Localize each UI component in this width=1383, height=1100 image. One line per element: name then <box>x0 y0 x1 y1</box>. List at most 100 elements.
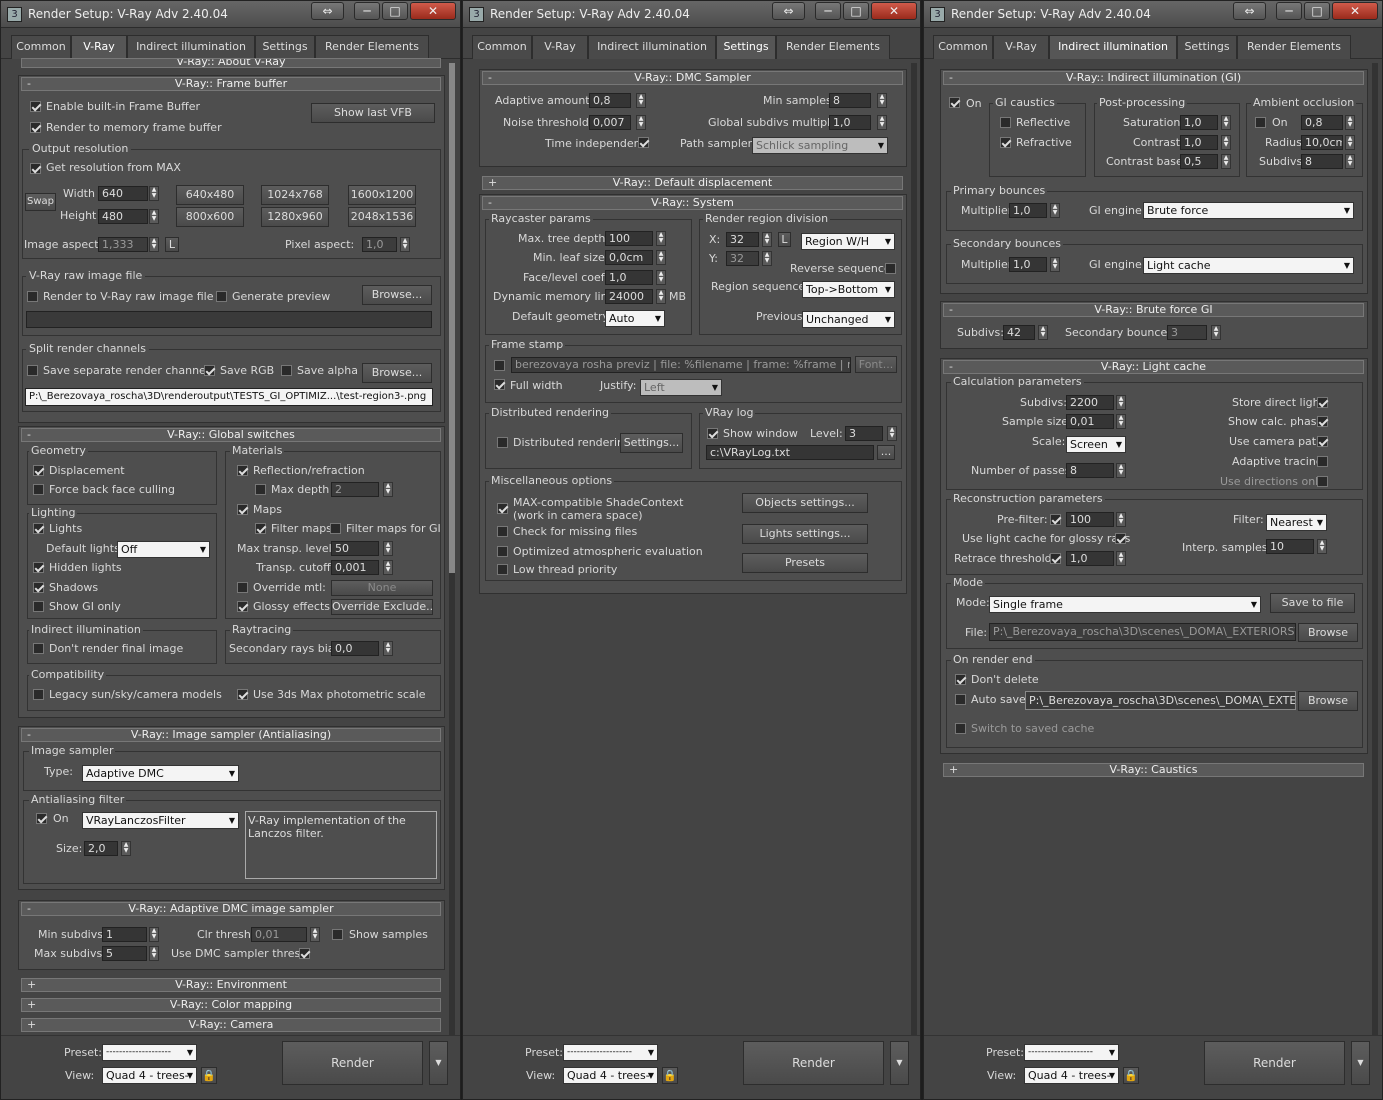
default-geometry-dropdown[interactable]: Auto <box>605 310 665 327</box>
gen-preview-checkbox[interactable] <box>216 291 227 302</box>
log-path-field[interactable]: c:\VRayLog.txt <box>706 445 874 460</box>
min-samples-spinner[interactable]: ▲ ▼ <box>877 93 887 108</box>
rollout-frame-buffer-header[interactable]: - V-Ray:: Frame buffer <box>21 77 441 91</box>
transp-cutoff-field[interactable]: 0,001 <box>331 560 379 575</box>
font-button[interactable]: Font... <box>855 356 897 373</box>
tab-vray[interactable]: V-Ray <box>532 35 588 59</box>
primary-multiplier-spinner[interactable]: ▲ ▼ <box>1050 203 1060 218</box>
glossy-checkbox[interactable] <box>237 601 248 612</box>
split-browse-button[interactable]: Browse... <box>362 363 432 383</box>
aa-size-field[interactable]: 2,0 <box>84 841 118 856</box>
rollout-image-sampler-header[interactable]: - V-Ray:: Image sampler (Antialiasing) <box>21 728 441 742</box>
region-sequence-dropdown[interactable]: Top->Bottom <box>802 281 895 298</box>
rollout-default-displacement-header[interactable]: + V-Ray:: Default displacement <box>482 176 903 190</box>
image-aspect-lock-button[interactable]: L <box>165 237 179 252</box>
x-field[interactable]: 32 <box>726 232 759 247</box>
previous-dropdown[interactable]: Unchanged <box>802 311 895 328</box>
render-dropdown-button[interactable]: ▼ <box>890 1041 909 1085</box>
close-button[interactable]: ✕ <box>1332 2 1378 20</box>
height-field[interactable]: 480 <box>98 209 148 224</box>
res-2048x1536-button[interactable]: 2048x1536 <box>348 207 416 227</box>
saturation-field[interactable]: 1,0 <box>1180 115 1218 130</box>
path-sampler-dropdown[interactable]: Schlick sampling <box>752 137 888 154</box>
refl-refr-checkbox[interactable] <box>237 465 248 476</box>
face-level-field[interactable]: 1,0 <box>605 270 653 285</box>
rollout-dmc-sampler-header[interactable]: - V-Ray:: DMC Sampler <box>482 71 903 85</box>
tab-indirect-illumination[interactable]: Indirect illumination <box>588 35 716 59</box>
max-transp-field[interactable]: 50 <box>331 541 379 556</box>
width-field[interactable]: 640 <box>98 186 148 201</box>
maximize-button[interactable]: □ <box>843 2 869 20</box>
prefilter-spinner[interactable]: ▲ ▼ <box>1116 512 1126 527</box>
distributed-checkbox[interactable] <box>497 437 508 448</box>
restore-size-button[interactable]: ⇔ <box>311 2 344 20</box>
retrace-spinner[interactable]: ▲ ▼ <box>1116 551 1126 566</box>
contrast-base-field[interactable]: 0,5 <box>1180 154 1218 169</box>
opt-atm-checkbox[interactable] <box>497 546 508 557</box>
image-aspect-spinner[interactable]: ▲ ▼ <box>149 237 159 252</box>
adaptive-amount-field[interactable]: 0,8 <box>589 93 631 108</box>
interp-spinner[interactable]: ▲ ▼ <box>1317 539 1327 554</box>
presets-button[interactable]: Presets <box>742 553 868 573</box>
min-samples-field[interactable]: 8 <box>829 93 871 108</box>
render-mem-checkbox[interactable] <box>30 122 41 133</box>
save-alpha-checkbox[interactable] <box>281 365 292 376</box>
use-lc-glossy-checkbox[interactable] <box>1115 533 1126 544</box>
raw-browse-button[interactable]: Browse... <box>362 285 432 305</box>
tab-render-elements[interactable]: Render Elements <box>315 35 429 59</box>
override-mtl-none-button[interactable]: None <box>331 580 433 596</box>
time-independent-checkbox[interactable] <box>638 137 649 148</box>
reverse-sequence-checkbox[interactable] <box>885 263 896 274</box>
clr-thresh-spinner[interactable]: ▲ ▼ <box>310 927 320 942</box>
show-window-checkbox[interactable] <box>707 428 718 439</box>
auto-save-browse-button[interactable]: Browse <box>1298 691 1358 711</box>
retrace-checkbox[interactable] <box>1050 553 1061 564</box>
min-leaf-field[interactable]: 0,0cm <box>605 250 653 265</box>
show-calc-checkbox[interactable] <box>1317 416 1328 427</box>
tab-common[interactable]: Common <box>472 35 532 59</box>
tab-render-elements[interactable]: Render Elements <box>1237 35 1351 59</box>
min-subdivs-spinner[interactable]: ▲ ▼ <box>149 927 159 942</box>
max-compat-checkbox[interactable] <box>497 503 508 514</box>
gi-on-checkbox[interactable] <box>949 97 960 108</box>
tab-vray[interactable]: V-Ray <box>993 35 1049 59</box>
max-depth-field[interactable]: 2 <box>331 482 379 497</box>
radius-field[interactable]: 10,0cm <box>1301 135 1343 150</box>
save-rgb-checkbox[interactable] <box>204 365 215 376</box>
passes-spinner[interactable]: ▲ ▼ <box>1116 463 1126 478</box>
use-3ds-checkbox[interactable] <box>237 689 248 700</box>
override-mtl-checkbox[interactable] <box>237 582 248 593</box>
lc-subdivs-spinner[interactable]: ▲ ▼ <box>1116 395 1126 410</box>
mode-dropdown[interactable]: Single frame <box>989 596 1261 613</box>
lights-settings-button[interactable]: Lights settings... <box>742 524 868 544</box>
use-cam-checkbox[interactable] <box>1317 436 1328 447</box>
max-depth-spinner[interactable]: ▲ ▼ <box>383 482 393 497</box>
restore-size-button[interactable]: ⇔ <box>772 2 805 20</box>
objects-settings-button[interactable]: Objects settings... <box>742 493 868 513</box>
log-path-browse-button[interactable]: ... <box>877 445 895 460</box>
render-button[interactable]: Render <box>1204 1041 1345 1085</box>
sample-size-field[interactable]: 0,01 <box>1066 414 1114 429</box>
res-1600x1200-button[interactable]: 1600x1200 <box>348 185 416 205</box>
sample-size-spinner[interactable]: ▲ ▼ <box>1116 414 1126 429</box>
rollout-brute-force-header[interactable]: - V-Ray:: Brute force GI <box>943 303 1364 317</box>
bf-subdivs-spinner[interactable]: ▲ ▼ <box>1038 325 1048 340</box>
y-spinner[interactable]: ▲ ▼ <box>762 251 772 266</box>
rollout-gi-header[interactable]: - V-Ray:: Indirect illumination (GI) <box>943 71 1364 85</box>
scrollbar[interactable] <box>449 63 455 1035</box>
max-tree-field[interactable]: 100 <box>605 231 653 246</box>
render-button[interactable]: Render <box>282 1041 423 1085</box>
transp-cutoff-spinner[interactable]: ▲ ▼ <box>383 560 393 575</box>
bf-sec-bounces-field[interactable]: 3 <box>1167 325 1207 340</box>
preset-dropdown[interactable]: -------------------- <box>102 1044 197 1061</box>
dont-render-checkbox[interactable] <box>33 643 44 654</box>
store-direct-checkbox[interactable] <box>1317 397 1328 408</box>
displacement-checkbox[interactable] <box>33 465 44 476</box>
level-field[interactable]: 3 <box>845 426 883 441</box>
preset-dropdown[interactable]: -------------------- <box>563 1044 658 1061</box>
show-gi-checkbox[interactable] <box>33 601 44 612</box>
rollout-system-header[interactable]: - V-Ray:: System <box>482 196 903 210</box>
level-spinner[interactable]: ▲ ▼ <box>887 426 897 441</box>
split-path-field[interactable]: P:\_Berezovaya_roscha\3D\renderoutput\TE… <box>25 388 433 406</box>
tab-settings[interactable]: Settings <box>716 35 776 59</box>
